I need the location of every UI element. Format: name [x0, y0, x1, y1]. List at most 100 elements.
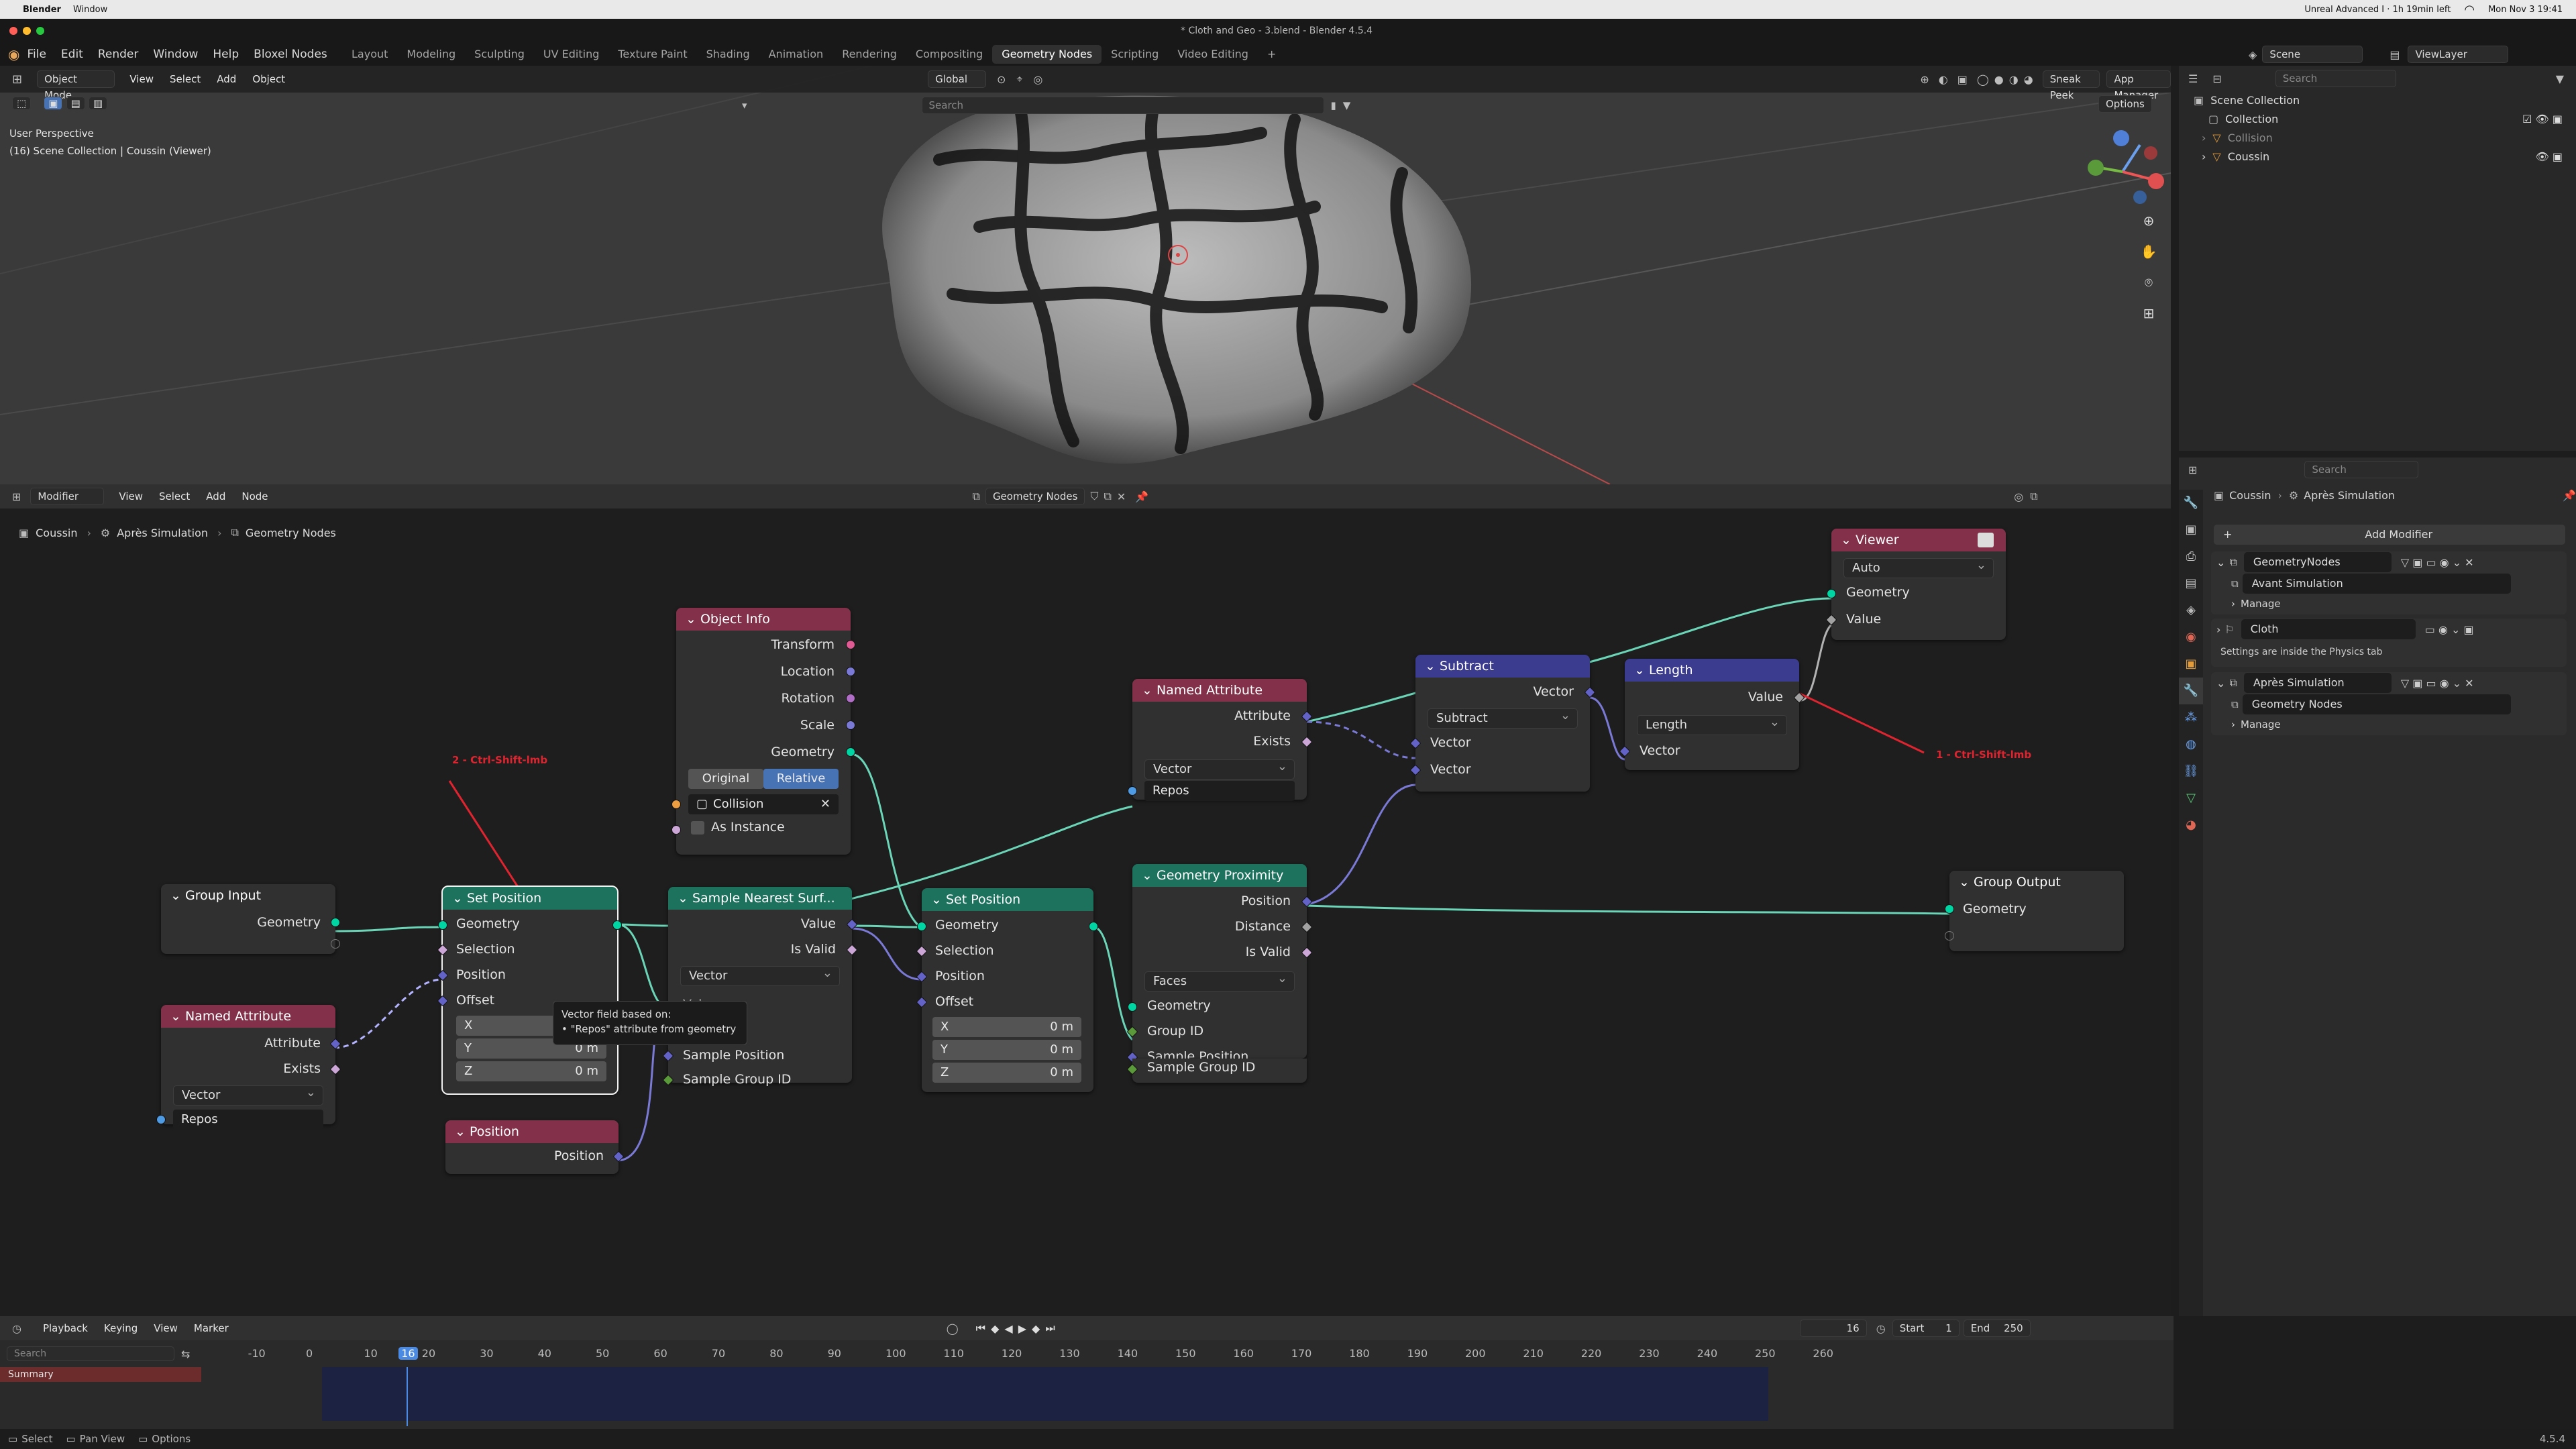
select-box-mode-icon[interactable]: ▣	[44, 97, 63, 110]
modifier-name-field[interactable]: Cloth	[2241, 619, 2416, 639]
viewer-toggle-icon[interactable]	[1978, 533, 1994, 547]
menu-edit[interactable]: Edit	[54, 48, 91, 61]
node-header[interactable]: Set Position	[922, 888, 1093, 911]
menu-help[interactable]: Help	[205, 48, 246, 61]
overlay-icon[interactable]: ◐	[1939, 73, 1948, 86]
tab-uv-editing[interactable]: UV Editing	[534, 45, 608, 64]
socket-geometry-out[interactable]	[846, 747, 855, 757]
menu-render[interactable]: Render	[91, 48, 146, 61]
node-header[interactable]: Named Attribute	[1132, 679, 1307, 702]
node-header[interactable]: Set Position	[443, 887, 617, 910]
constraints-tab-icon[interactable]: ⛓	[2179, 758, 2203, 785]
scene-field[interactable]: Scene	[2262, 46, 2363, 63]
node-header[interactable]: Sample Nearest Surf...	[668, 887, 852, 910]
start-frame-field[interactable]: Start 1	[1892, 1320, 1960, 1337]
end-frame-field[interactable]: End 250	[1963, 1320, 2031, 1337]
snap-icon[interactable]: ⌖	[1016, 72, 1022, 86]
operation-dropdown[interactable]: Length	[1637, 713, 1787, 735]
collapse-arrow-icon[interactable]: ⌄	[2216, 556, 2225, 569]
node-editor[interactable]: ⊞ Modifier View Select Add Node ⧉ Geomet…	[0, 484, 2171, 1316]
world-tab-icon[interactable]: ◉	[2179, 624, 2203, 651]
viewport-gizmo-icon[interactable]: ⊕	[1920, 73, 1929, 86]
xray-icon[interactable]: ▣	[1957, 73, 1968, 86]
rendered-shading-icon[interactable]: ◕	[2024, 73, 2033, 86]
node-header[interactable]: Group Output	[1949, 871, 2124, 894]
tab-shading[interactable]: Shading	[697, 45, 759, 64]
manage-subpanel[interactable]: › Manage	[2211, 715, 2567, 734]
menu-keying[interactable]: Keying	[104, 1322, 138, 1334]
app-manager-button[interactable]: App Manager	[2106, 70, 2171, 101]
particles-tab-icon[interactable]: ⁂	[2179, 704, 2203, 731]
play-icon[interactable]: ▶	[1018, 1322, 1026, 1335]
attribute-name-field[interactable]: Repos	[173, 1110, 323, 1130]
sneak-peek-button[interactable]: Sneak Peek	[2042, 70, 2100, 101]
camera-view-icon[interactable]: ⌾	[2137, 267, 2160, 298]
scene-tab-icon[interactable]: ◈	[2179, 597, 2203, 624]
play-reverse-icon[interactable]: ◀	[1004, 1322, 1012, 1335]
socket-rotation-out[interactable]	[846, 694, 855, 703]
relative-toggle[interactable]: Relative	[763, 769, 839, 789]
funnel-icon[interactable]: ▼	[1343, 99, 1351, 111]
tab-scripting[interactable]: Scripting	[1102, 45, 1168, 64]
menu-bloxel-nodes[interactable]: Bloxel Nodes	[246, 48, 335, 61]
scene-selector[interactable]: ◈ Scene ▤ ViewLayer	[2249, 44, 2509, 64]
macos-app-name[interactable]: Blender	[23, 5, 61, 15]
data-tab-icon[interactable]: ▽	[2179, 785, 2203, 812]
node-position[interactable]: Position Position	[445, 1120, 625, 1174]
clear-object-icon[interactable]: ✕	[820, 794, 830, 814]
menu-playback[interactable]: Playback	[43, 1322, 88, 1334]
expand-arrow-icon[interactable]: ›	[2202, 129, 2206, 148]
outliner-item-collection[interactable]: ▢ Collection ☑ 👁 ▣	[2194, 110, 2576, 129]
expand-arrow-icon[interactable]: ›	[2202, 148, 2206, 166]
operation-dropdown[interactable]: Subtract	[1428, 706, 1578, 729]
current-frame-field[interactable]: 16	[1799, 1320, 1867, 1337]
node-geometry-proximity[interactable]: Geometry Proximity Position Distance Is …	[1126, 864, 1313, 1064]
timeline-editor-icon[interactable]: ◷	[12, 1322, 21, 1335]
tab-geometry-nodes[interactable]: Geometry Nodes	[992, 45, 1102, 64]
next-keyframe-icon[interactable]: ◆	[1032, 1322, 1040, 1335]
timeline-ruler[interactable]: -10 0 10 16 20 30 40 50 60 70 80 90 100 110 120 130 140 1…	[0, 1346, 2174, 1366]
tab-video-editing[interactable]: Video Editing	[1168, 45, 1258, 64]
node-sample-nearest-surface[interactable]: Sample Nearest Surf... Value Is Valid Ve…	[662, 887, 858, 1087]
socket-geometry-in[interactable]	[1945, 904, 1954, 914]
filter-icon[interactable]: ▾	[742, 99, 747, 111]
render-tab-icon[interactable]: ▣	[2179, 517, 2203, 543]
outliner-search[interactable]: Search	[2275, 70, 2396, 87]
menu-marker[interactable]: Marker	[194, 1322, 229, 1334]
node-set-position-1[interactable]: Set Position Geometry Selection Position…	[437, 885, 622, 1095]
proportional-edit-icon[interactable]: ◎	[1033, 73, 1042, 86]
prev-keyframe-icon[interactable]: ◆	[991, 1322, 999, 1335]
socket-empty-in[interactable]	[1945, 931, 1954, 941]
viewlayer-field[interactable]: ViewLayer	[2408, 46, 2509, 63]
socket-object-in[interactable]	[672, 800, 681, 809]
node-viewer[interactable]: Viewer Auto Geometry Value	[1825, 529, 2006, 640]
pivot-icon[interactable]: ⊙	[997, 73, 1006, 86]
modifier-name-field[interactable]: Après Simulation	[2243, 673, 2392, 693]
macos-menu-window[interactable]: Window	[73, 5, 107, 15]
viewport-menu-object[interactable]: Object	[252, 73, 285, 85]
select-subtract-icon[interactable]: ▥	[88, 97, 108, 110]
node-set-position-2[interactable]: Set Position Geometry Selection Position…	[916, 888, 1098, 1092]
modifier-name-field[interactable]: GeometryNodes	[2243, 552, 2392, 572]
offset-y-field[interactable]: Y0 m	[932, 1040, 1081, 1060]
close-window-button[interactable]	[9, 26, 17, 35]
node-group-output[interactable]: Group Output Geometry	[1945, 871, 2124, 951]
node-header[interactable]: Named Attribute	[161, 1005, 335, 1028]
node-vector-math-subtract[interactable]: Subtract Vector Subtract Vector Vector	[1409, 655, 1596, 792]
viewport-options-button[interactable]: Options	[2098, 95, 2152, 113]
wireframe-shading-icon[interactable]: ◯	[1977, 73, 1989, 86]
node-header[interactable]: Object Info	[676, 608, 851, 631]
node-named-attribute-left[interactable]: Named Attribute Attribute Exists Vector …	[156, 1005, 341, 1130]
select-tool-icon[interactable]: ⬚	[12, 97, 32, 110]
jump-end-icon[interactable]: ⏭	[1045, 1322, 1055, 1335]
outliner-filter-icon[interactable]: ▼	[2556, 72, 2564, 85]
tab-layout[interactable]: Layout	[342, 45, 397, 64]
3d-viewport[interactable]: ⊞ Object Mode View Select Add Object Glo…	[0, 66, 2171, 484]
socket-transform-out[interactable]	[846, 640, 855, 649]
tab-texture-paint[interactable]: Texture Paint	[608, 45, 696, 64]
playhead[interactable]	[407, 1367, 408, 1426]
zoom-icon[interactable]: ⊕	[2137, 205, 2160, 236]
offset-x-field[interactable]: X0 m	[932, 1017, 1081, 1037]
modifier-visibility-icons[interactable]: ▽ ▣ ▭ ◉ ⌄ ✕	[2401, 677, 2474, 690]
socket-location-out[interactable]	[846, 667, 855, 676]
